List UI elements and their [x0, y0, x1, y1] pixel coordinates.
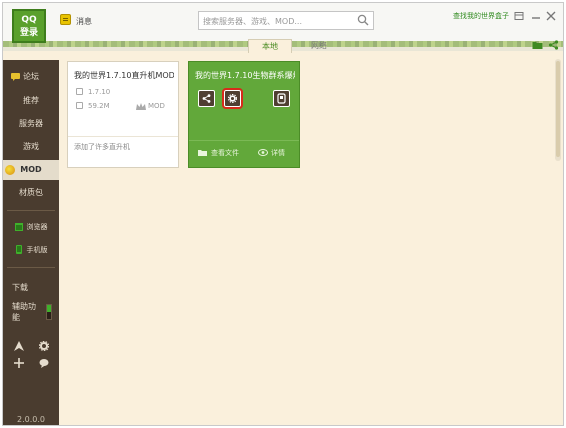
sidebar-item-label: 论坛: [23, 72, 39, 81]
scrollbar[interactable]: [555, 59, 561, 161]
promo-link[interactable]: 查找我的世界盒子: [453, 11, 509, 21]
card-divider: [68, 136, 178, 137]
mod-card[interactable]: 我的世界1.7.10直升机MOD 1.7.10 59.2M MOD 添加了许多直…: [67, 61, 179, 168]
message-icon[interactable]: [60, 14, 71, 25]
version-icon: [76, 88, 83, 95]
search-box[interactable]: 搜索服务器、游戏、MOD...: [198, 11, 374, 30]
folder-icon: [198, 150, 207, 156]
share-icon[interactable]: [548, 40, 559, 50]
share-button[interactable]: [198, 90, 215, 107]
sidebar-item-label: 手机版: [26, 246, 48, 254]
details-link[interactable]: 详情: [271, 148, 285, 158]
folder-icon[interactable]: [532, 40, 543, 50]
sidebar-item-label: 推荐: [23, 96, 39, 105]
sidebar-item-assist[interactable]: 辅助功能: [3, 300, 39, 326]
app-window: QQ 登录 消息 搜索服务器、游戏、MOD... 查找我的世界盒子 本地 网络: [2, 2, 564, 426]
sidebar-item-label: MOD: [20, 165, 42, 174]
sidebar-item-download[interactable]: 下载: [3, 278, 59, 298]
sidebar-item-mod[interactable]: MOD: [3, 160, 59, 180]
skin-icon[interactable]: [514, 11, 524, 21]
tab-local[interactable]: 本地: [248, 39, 292, 53]
mod-card-title[interactable]: 我的世界1.7.10生物群系爆炸: [195, 70, 295, 81]
search-placeholder: 搜索服务器、游戏、MOD...: [203, 17, 302, 26]
card-divider: [189, 140, 299, 141]
arrow-icon[interactable]: [14, 341, 24, 351]
sidebar-item-recommend[interactable]: 推荐: [3, 91, 59, 111]
move-icon[interactable]: [14, 358, 24, 368]
app-version: 2.0.0.0: [17, 415, 45, 424]
sidebar-item-browser[interactable]: 浏览器: [3, 217, 59, 237]
tab-network[interactable]: 网络: [301, 39, 337, 53]
sidebar-item-texture-packs[interactable]: 材质包: [3, 183, 59, 203]
sidebar-item-label: 服务器: [19, 119, 43, 128]
assist-toggle[interactable]: [46, 304, 52, 320]
mod-card-title[interactable]: 我的世界1.7.10直升机MOD: [74, 70, 174, 81]
view-files-link[interactable]: 查看文件: [211, 148, 239, 158]
sidebar-divider: [7, 210, 55, 211]
search-icon[interactable]: [357, 14, 369, 26]
sidebar-item-mobile[interactable]: 手机版: [3, 240, 59, 260]
settings-icon: [228, 94, 237, 103]
sidebar-item-label: 下载: [12, 283, 28, 292]
logo-line2: 登录: [19, 28, 38, 38]
close-icon[interactable]: [546, 11, 556, 21]
qq-login-button[interactable]: QQ 登录: [12, 9, 46, 43]
share-icon: [202, 94, 211, 103]
chat-icon[interactable]: [39, 358, 49, 368]
sidebar-item-label: 辅助功能: [12, 302, 36, 322]
settings-button[interactable]: [222, 88, 243, 109]
sidebar-divider: [7, 267, 55, 268]
message-label[interactable]: 消息: [76, 16, 92, 27]
launch-button[interactable]: [273, 90, 290, 107]
size-icon: [76, 102, 83, 109]
sidebar-item-label: 游戏: [23, 142, 39, 151]
eye-icon: [258, 149, 268, 156]
mod-card-hovered[interactable]: 我的世界1.7.10生物群系爆炸 查看文件 详情: [188, 61, 300, 168]
minimize-icon[interactable]: [531, 11, 541, 21]
sidebar-item-label: 材质包: [19, 188, 43, 197]
sidebar: 论坛 推荐 服务器 游戏 MOD 材质包 浏览器 手机版 下载 辅助功能 2.0…: [3, 60, 59, 425]
mod-size: 59.2M: [88, 102, 110, 110]
sidebar-item-servers[interactable]: 服务器: [3, 114, 59, 134]
gear-icon[interactable]: [39, 341, 49, 351]
sidebar-item-forum[interactable]: 论坛: [3, 67, 59, 87]
mod-type-icon: [136, 103, 146, 110]
launch-icon: [277, 93, 286, 104]
sidebar-item-label: 浏览器: [26, 223, 48, 231]
mod-type: MOD: [148, 102, 165, 110]
mod-version: 1.7.10: [88, 88, 111, 96]
logo-line1: QQ: [21, 15, 37, 25]
mod-description: 添加了许多直升机: [74, 143, 130, 151]
sidebar-item-games[interactable]: 游戏: [3, 137, 59, 157]
